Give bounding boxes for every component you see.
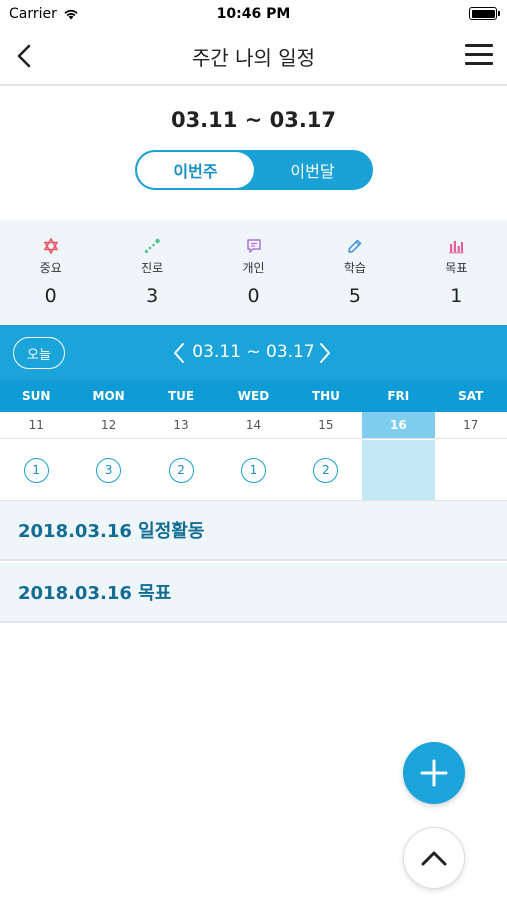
category-label: 학습 [343, 261, 366, 275]
period-toggle: 이번주 이번달 [135, 150, 373, 190]
category-important[interactable]: 중요 0 [0, 220, 101, 325]
category-label: 목표 [445, 261, 468, 275]
date-cell[interactable]: 15 [290, 412, 362, 438]
category-goal[interactable]: 목표 1 [406, 220, 507, 325]
category-career[interactable]: 진로 3 [101, 220, 202, 325]
weekday-label: THU [311, 389, 340, 403]
hamburger-menu-icon[interactable] [465, 44, 493, 68]
status-time: 10:46 PM [216, 6, 291, 22]
path-dots-icon [143, 237, 161, 255]
day-events-cell[interactable]: 2 [290, 440, 362, 500]
weekday-label: SUN [21, 389, 51, 403]
weekday-label: TUE [167, 389, 195, 403]
category-summary: 중요 0 진로 3 개인 0 학습 5 목표 1 [0, 220, 507, 325]
section-schedule-activity[interactable]: 2018.03.16 일정활동 [0, 501, 507, 561]
chevron-right-icon [320, 343, 330, 363]
section-goal[interactable]: 2018.03.16 목표 [0, 563, 507, 623]
category-personal[interactable]: 개인 0 [203, 220, 304, 325]
scroll-top-button[interactable] [403, 827, 465, 889]
weekday-label: SAT [458, 389, 484, 403]
status-bar: Carrier 10:46 PM [0, 0, 507, 28]
category-count: 5 [348, 285, 361, 307]
category-label: 진로 [141, 261, 164, 275]
category-label: 개인 [242, 261, 265, 275]
weekday-label: FRI [387, 389, 410, 403]
category-count: 0 [247, 285, 260, 307]
speech-bubble-icon [245, 237, 263, 255]
calendar-range: 03.11 ~ 03.17 [192, 342, 315, 362]
pencil-icon [346, 237, 364, 255]
date-cell[interactable]: 12 [72, 412, 144, 438]
category-label: 중요 [39, 261, 62, 275]
date-cell[interactable]: 11 [0, 412, 72, 438]
add-button[interactable] [403, 742, 465, 804]
event-count-badge: 3 [96, 457, 122, 483]
weekday-label: WED [237, 389, 270, 403]
date-cell[interactable]: 14 [217, 412, 289, 438]
tab-this-month[interactable]: 이번달 [254, 152, 371, 188]
nav-bar: 주간 나의 일정 [0, 28, 507, 86]
category-count: 1 [450, 285, 463, 307]
day-events-cell[interactable] [435, 440, 507, 500]
event-count-badge: 1 [240, 457, 266, 483]
date-cell[interactable]: 13 [145, 412, 217, 438]
day-events-cell[interactable]: 2 [145, 440, 217, 500]
event-count-badge: 2 [313, 457, 339, 483]
plus-icon [420, 759, 448, 787]
bar-chart-icon [447, 237, 465, 255]
next-week-button[interactable] [318, 342, 334, 364]
date-row: 11 12 13 14 15 16 17 [0, 412, 507, 439]
week-range-title: 03.11 ~ 03.17 [170, 108, 337, 132]
day-events-cell[interactable]: 1 [217, 440, 289, 500]
weekday-label: MON [92, 389, 125, 403]
tab-this-week[interactable]: 이번주 [137, 152, 254, 188]
day-events-cell[interactable]: 1 [0, 440, 72, 500]
category-count: 0 [44, 285, 57, 307]
battery-icon [469, 7, 500, 20]
category-count: 3 [146, 285, 159, 307]
star-of-david-icon [42, 237, 60, 255]
category-study[interactable]: 학습 5 [304, 220, 405, 325]
event-count-badge: 1 [23, 457, 49, 483]
calendar-header: 오늘 03.11 ~ 03.17 [0, 325, 507, 380]
chevron-up-icon [421, 851, 447, 866]
date-cell[interactable]: 17 [435, 412, 507, 438]
event-count-badge: 2 [168, 457, 194, 483]
day-events-cell[interactable]: 3 [72, 440, 144, 500]
event-count-row: 1 3 2 1 2 [0, 440, 507, 501]
page-title: 주간 나의 일정 [191, 46, 316, 70]
date-cell-selected[interactable]: 16 [362, 412, 435, 438]
weekday-header-row: SUN MON TUE WED THU FRI SAT [0, 380, 507, 412]
day-events-cell-selected[interactable] [362, 440, 435, 500]
